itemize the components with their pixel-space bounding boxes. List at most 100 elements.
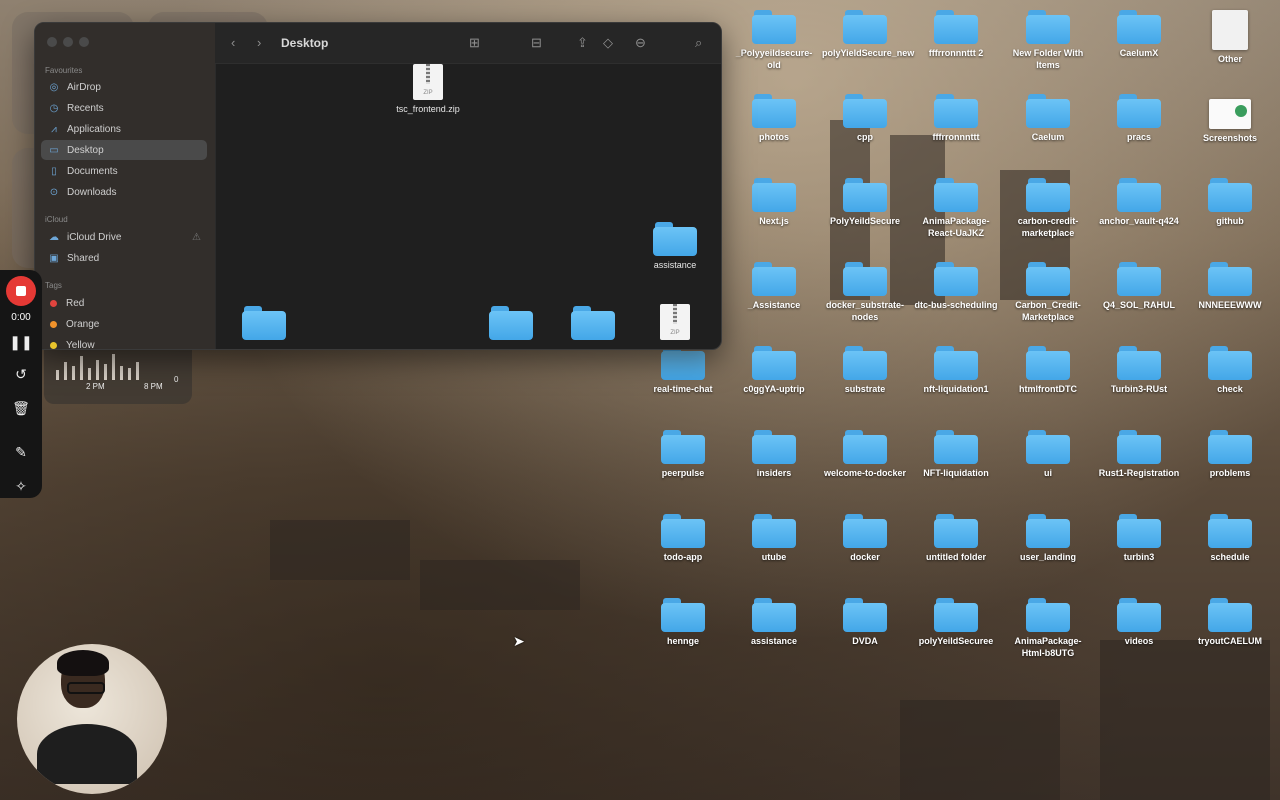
- desktop-item[interactable]: assistance: [731, 598, 817, 647]
- stop-recording-button[interactable]: [6, 276, 36, 306]
- folder-item[interactable]: [219, 306, 309, 340]
- desktop-item[interactable]: DVDA: [822, 598, 908, 647]
- desktop-item[interactable]: Turbin3-RUst: [1096, 346, 1182, 395]
- more-actions-icon[interactable]: ⊖: [635, 35, 646, 51]
- folder-item[interactable]: [466, 306, 556, 340]
- desktop-item[interactable]: NNNEEEWWW: [1187, 262, 1273, 311]
- desktop-item[interactable]: photos: [731, 94, 817, 143]
- sidebar-item-tag-red[interactable]: Red: [41, 293, 207, 313]
- sidebar-item-airdrop[interactable]: ◎ AirDrop: [41, 77, 207, 97]
- trash-icon[interactable]: 🗑: [0, 400, 42, 417]
- folder-icon: [1208, 346, 1252, 380]
- desktop-item-label: user_landing: [1019, 552, 1076, 562]
- screenshot-thumbnail-icon: [1209, 99, 1251, 129]
- desktop-item[interactable]: insiders: [731, 430, 817, 479]
- desktop-item-label: NFT-liquidation: [923, 468, 989, 478]
- desktop-item[interactable]: videos: [1096, 598, 1182, 647]
- desktop-item[interactable]: todo-app: [640, 514, 726, 563]
- forward-button[interactable]: ›: [257, 35, 261, 50]
- desktop-item[interactable]: untitled folder: [913, 514, 999, 563]
- desktop-item[interactable]: anchor_vault-q424: [1096, 178, 1182, 227]
- sidebar-item-shared[interactable]: ▣ Shared: [41, 248, 207, 268]
- sidebar-item-applications[interactable]: ⩘ Applications: [41, 119, 207, 139]
- desktop-item[interactable]: Rust1-Registration: [1096, 430, 1182, 479]
- desktop-item[interactable]: hennge: [640, 598, 726, 647]
- desktop-item[interactable]: turbin3: [1096, 514, 1182, 563]
- desktop-item[interactable]: _Polyyeildsecure-old: [731, 10, 817, 71]
- desktop-item[interactable]: problems: [1187, 430, 1273, 479]
- desktop-item[interactable]: schedule: [1187, 514, 1273, 563]
- desktop-item[interactable]: AnimaPackage-React-UaJKZ: [913, 178, 999, 239]
- desktop-item[interactable]: c0ggYA-uptrip: [731, 346, 817, 395]
- desktop-item[interactable]: real-time-chat: [640, 346, 726, 395]
- tag-icon[interactable]: ◇: [603, 35, 613, 51]
- zoom-window-button[interactable]: [79, 37, 89, 47]
- finder-window[interactable]: Favourites ◎ AirDrop ◷ Recents ⩘ Applicatio…: [34, 22, 722, 350]
- desktop-item[interactable]: fffrronnnttt 2: [913, 10, 999, 59]
- folder-icon: [661, 514, 705, 548]
- sidebar-item-downloads[interactable]: ⊙ Downloads: [41, 182, 207, 202]
- desktop-item[interactable]: carbon-credit-marketplace: [1005, 178, 1091, 239]
- file-item[interactable]: ZIP: [630, 304, 720, 340]
- desktop-item[interactable]: Q4_SOL_RAHUL: [1096, 262, 1182, 311]
- sidebar-item-desktop[interactable]: ▭ Desktop: [41, 140, 207, 160]
- desktop-item[interactable]: ui: [1005, 430, 1091, 479]
- desktop-item[interactable]: New Folder With Items: [1005, 10, 1091, 71]
- webcam-bubble[interactable]: [17, 644, 167, 794]
- desktop-item[interactable]: peerpulse: [640, 430, 726, 479]
- desktop-item[interactable]: nft-liquidation1: [913, 346, 999, 395]
- screen-time-widget[interactable]: 2 PM 8 PM 0: [44, 348, 192, 404]
- desktop-item[interactable]: utube: [731, 514, 817, 563]
- pencil-icon[interactable]: ✎: [0, 444, 42, 461]
- desktop-item[interactable]: CaelumX: [1096, 10, 1182, 59]
- desktop-item[interactable]: AnimaPackage-Html-b8UTG: [1005, 598, 1091, 659]
- pause-icon[interactable]: ❚❚: [0, 334, 42, 351]
- desktop-item-label: insiders: [756, 468, 792, 478]
- folder-item[interactable]: [548, 306, 638, 340]
- desktop-item[interactable]: dtc-bus-scheduling: [913, 262, 999, 311]
- desktop-item[interactable]: cpp: [822, 94, 908, 143]
- desktop-item[interactable]: Screenshots: [1187, 94, 1273, 144]
- desktop-item[interactable]: Caelum: [1005, 94, 1091, 143]
- desktop-item[interactable]: tryoutCAELUM: [1187, 598, 1273, 647]
- sidebar-item-icloud-drive[interactable]: ☁ iCloud Drive ⚠: [41, 227, 207, 247]
- sidebar-item-tag-yellow[interactable]: Yellow: [41, 335, 207, 349]
- yellow-tag-icon: [50, 341, 57, 349]
- share-icon[interactable]: ⇪: [577, 35, 588, 51]
- desktop-item-label: videos: [1124, 636, 1154, 646]
- desktop-item[interactable]: NFT-liquidation: [913, 430, 999, 479]
- desktop-item[interactable]: Carbon_Credit-Marketplace: [1005, 262, 1091, 323]
- file-item[interactable]: ZIP tsc_frontend.zip: [383, 64, 473, 115]
- desktop-item-label: substrate: [844, 384, 886, 394]
- desktop-item[interactable]: polyYeildSecuree: [913, 598, 999, 647]
- desktop-item[interactable]: pracs: [1096, 94, 1182, 143]
- document-icon: [1212, 10, 1248, 50]
- desktop-item[interactable]: Next.js: [731, 178, 817, 227]
- sidebar-item-recents[interactable]: ◷ Recents: [41, 98, 207, 118]
- desktop-item[interactable]: Other: [1187, 10, 1273, 65]
- minimize-window-button[interactable]: [63, 37, 73, 47]
- desktop-item[interactable]: _Assistance: [731, 262, 817, 311]
- desktop-item[interactable]: polyYieldSecure_new: [822, 10, 914, 59]
- back-button[interactable]: ‹: [231, 35, 235, 50]
- desktop-item[interactable]: htmlfrontDTC: [1005, 346, 1091, 395]
- desktop-item[interactable]: docker_substrate-nodes: [822, 262, 908, 323]
- sidebar-item-tag-orange[interactable]: Orange: [41, 314, 207, 334]
- desktop-item[interactable]: docker: [822, 514, 908, 563]
- desktop-item[interactable]: welcome-to-docker: [822, 430, 908, 479]
- desktop-item[interactable]: PolyYeildSecure: [822, 178, 908, 227]
- sidebar-item-documents[interactable]: ▯ Documents: [41, 161, 207, 181]
- desktop-item[interactable]: substrate: [822, 346, 908, 395]
- desktop-item[interactable]: fffrronnnttt: [913, 94, 999, 143]
- desktop-item[interactable]: user_landing: [1005, 514, 1091, 563]
- close-window-button[interactable]: [47, 37, 57, 47]
- magic-wand-icon[interactable]: ✧: [0, 478, 42, 495]
- restart-icon[interactable]: ↺: [0, 366, 42, 383]
- desktop-item[interactable]: github: [1187, 178, 1273, 227]
- search-icon[interactable]: ⌕: [695, 35, 702, 51]
- folder-item[interactable]: assistance: [630, 222, 720, 271]
- group-by-icon[interactable]: ⊟: [531, 35, 542, 51]
- sidebar-item-label: Downloads: [67, 186, 117, 198]
- desktop-item[interactable]: check: [1187, 346, 1273, 395]
- view-mode-icon[interactable]: ⊞: [469, 35, 480, 51]
